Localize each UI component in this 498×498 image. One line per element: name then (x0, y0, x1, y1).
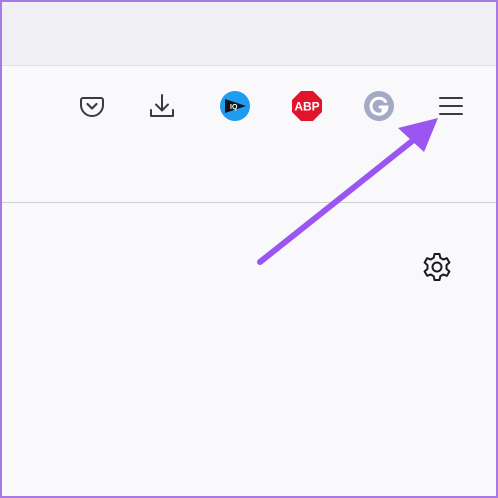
grammarly-extension[interactable] (362, 89, 396, 123)
downloads-button[interactable] (145, 89, 179, 123)
abp-extension-icon: ABP (292, 91, 322, 121)
intelligent-queue-extension[interactable]: IQ (218, 89, 252, 123)
iq-label: IQ (230, 104, 238, 111)
grammarly-icon (364, 91, 394, 121)
page-content (2, 203, 496, 496)
pocket-button[interactable] (75, 89, 109, 123)
settings-button[interactable] (420, 250, 454, 284)
download-icon (150, 94, 174, 117)
adblock-plus-extension[interactable]: ABP (290, 89, 324, 123)
app-menu-button[interactable] (434, 89, 468, 123)
gear-icon (423, 253, 451, 281)
hamburger-menu-icon (439, 97, 463, 115)
browser-window: IQ ABP (0, 0, 498, 498)
navigation-toolbar: IQ ABP (2, 66, 496, 146)
iq-extension-icon: IQ (220, 91, 250, 121)
abp-label: ABP (294, 100, 319, 114)
tab-strip (2, 2, 496, 66)
pocket-icon (80, 97, 104, 117)
